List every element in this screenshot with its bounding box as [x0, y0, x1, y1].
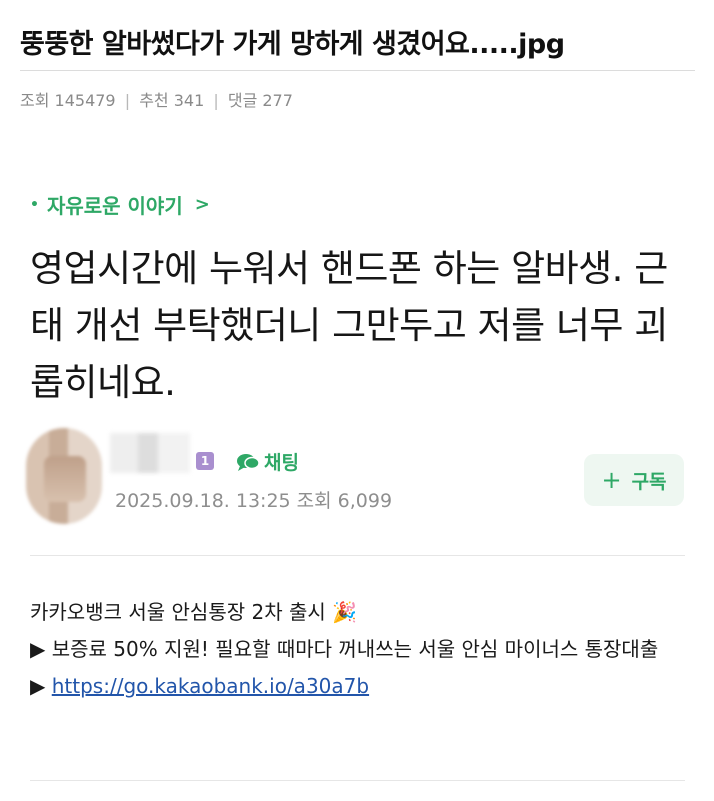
plus-icon: +: [601, 466, 622, 494]
ad-description-text: 보증료 50% 지원! 필요할 때마다 꺼내쓰는 서울 안심 마이너스 통장대출: [51, 637, 659, 661]
ad-link-row: ▶ https://go.kakaobank.io/a30a7b: [30, 668, 690, 705]
bullet-icon: •: [30, 196, 39, 213]
post-title: 뚱뚱한 알바썼다가 가게 망하게 생겼어요.....jpg: [20, 29, 565, 60]
author-nickname-blurred[interactable]: [110, 433, 190, 473]
meta-separator: |: [124, 91, 131, 110]
subscribe-label: 구독: [631, 470, 667, 493]
post-date-views: 2025.09.18. 13:25 조회 6,099: [115, 490, 393, 512]
play-arrow-icon: ▶: [30, 637, 46, 661]
avatar[interactable]: [26, 428, 102, 524]
category-label[interactable]: 자유로운 이야기: [47, 190, 183, 219]
article-heading: 영업시간에 누워서 핸드폰 하는 알바생. 근태 개선 부탁했더니 그만두고 저…: [30, 247, 668, 404]
play-arrow-icon: ▶: [30, 674, 46, 698]
ad-block: 카카오뱅크 서울 안심통장 2차 출시 🎉 ▶ 보증료 50% 지원! 필요할 …: [30, 594, 690, 705]
category-breadcrumb[interactable]: • 자유로운 이야기 >: [30, 190, 210, 219]
member-level-badge: 1: [196, 452, 214, 470]
meta-separator: |: [213, 91, 219, 110]
chat-bubble-icon: [237, 453, 260, 471]
ad-link[interactable]: https://go.kakaobank.io/a30a7b: [52, 674, 369, 698]
recommend-count: 추천 341: [139, 91, 205, 110]
ad-title: 카카오뱅크 서울 안심통장 2차 출시 🎉: [30, 600, 358, 624]
chat-label: 채팅: [264, 452, 299, 474]
ad-description: ▶ 보증료 50% 지원! 필요할 때마다 꺼내쓰는 서울 안심 마이너스 통장…: [30, 631, 690, 668]
post-meta: 조회 145479 | 추천 341 | 댓글 277: [20, 87, 293, 111]
chat-button[interactable]: 채팅: [236, 448, 299, 475]
chevron-right-icon: >: [194, 194, 210, 215]
comment-count[interactable]: 댓글 277: [228, 91, 293, 110]
subscribe-button[interactable]: + 구독: [584, 454, 684, 506]
views-count: 조회 145479: [20, 91, 116, 110]
section-divider: [30, 780, 685, 781]
section-divider: [30, 555, 685, 556]
top-divider: [20, 70, 695, 71]
